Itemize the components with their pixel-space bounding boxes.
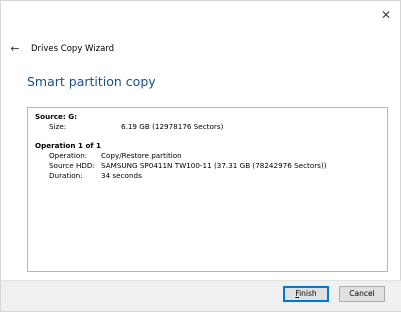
- close-icon[interactable]: ✕: [378, 7, 394, 23]
- finish-button-label: Finish: [295, 289, 316, 298]
- duration-label: Duration:: [49, 171, 83, 180]
- finish-label-rest: inish: [299, 289, 317, 298]
- back-arrow-icon[interactable]: ←: [7, 41, 23, 57]
- duration-row: Duration: 34 seconds: [35, 171, 380, 181]
- source-size-row: Size: 6.19 GB (12978176 Sectors): [35, 122, 380, 132]
- operation-value: Copy/Restore partition: [101, 151, 182, 160]
- source-hdd-row: Source HDD: SAMSUNG SP0411N TW100-11 (37…: [35, 161, 380, 171]
- summary-panel: Source: G: Size: 6.19 GB (12978176 Secto…: [27, 107, 388, 272]
- wizard-header: ← Drives Copy Wizard: [7, 41, 114, 57]
- source-hdd-value: SAMSUNG SP0411N TW100-11 (37.31 GB (7824…: [101, 161, 327, 170]
- operation-section-title: Operation 1 of 1: [35, 141, 102, 150]
- operation-row: Operation: Copy/Restore partition: [35, 151, 380, 161]
- wizard-title: Drives Copy Wizard: [31, 44, 115, 54]
- source-section-title: Source: G:: [35, 112, 78, 121]
- duration-value: 34 seconds: [101, 171, 142, 180]
- wizard-window: ✕ ← Drives Copy Wizard Smart partition c…: [0, 0, 401, 312]
- operation-label: Operation:: [49, 151, 88, 160]
- button-bar: Finish Cancel: [1, 280, 401, 311]
- page-heading: Smart partition copy: [27, 74, 156, 89]
- size-label: Size:: [49, 122, 67, 131]
- cancel-button[interactable]: Cancel: [339, 286, 385, 302]
- size-value: 6.19 GB (12978176 Sectors): [121, 122, 224, 131]
- finish-button[interactable]: Finish: [283, 286, 329, 302]
- source-hdd-label: Source HDD:: [49, 161, 95, 170]
